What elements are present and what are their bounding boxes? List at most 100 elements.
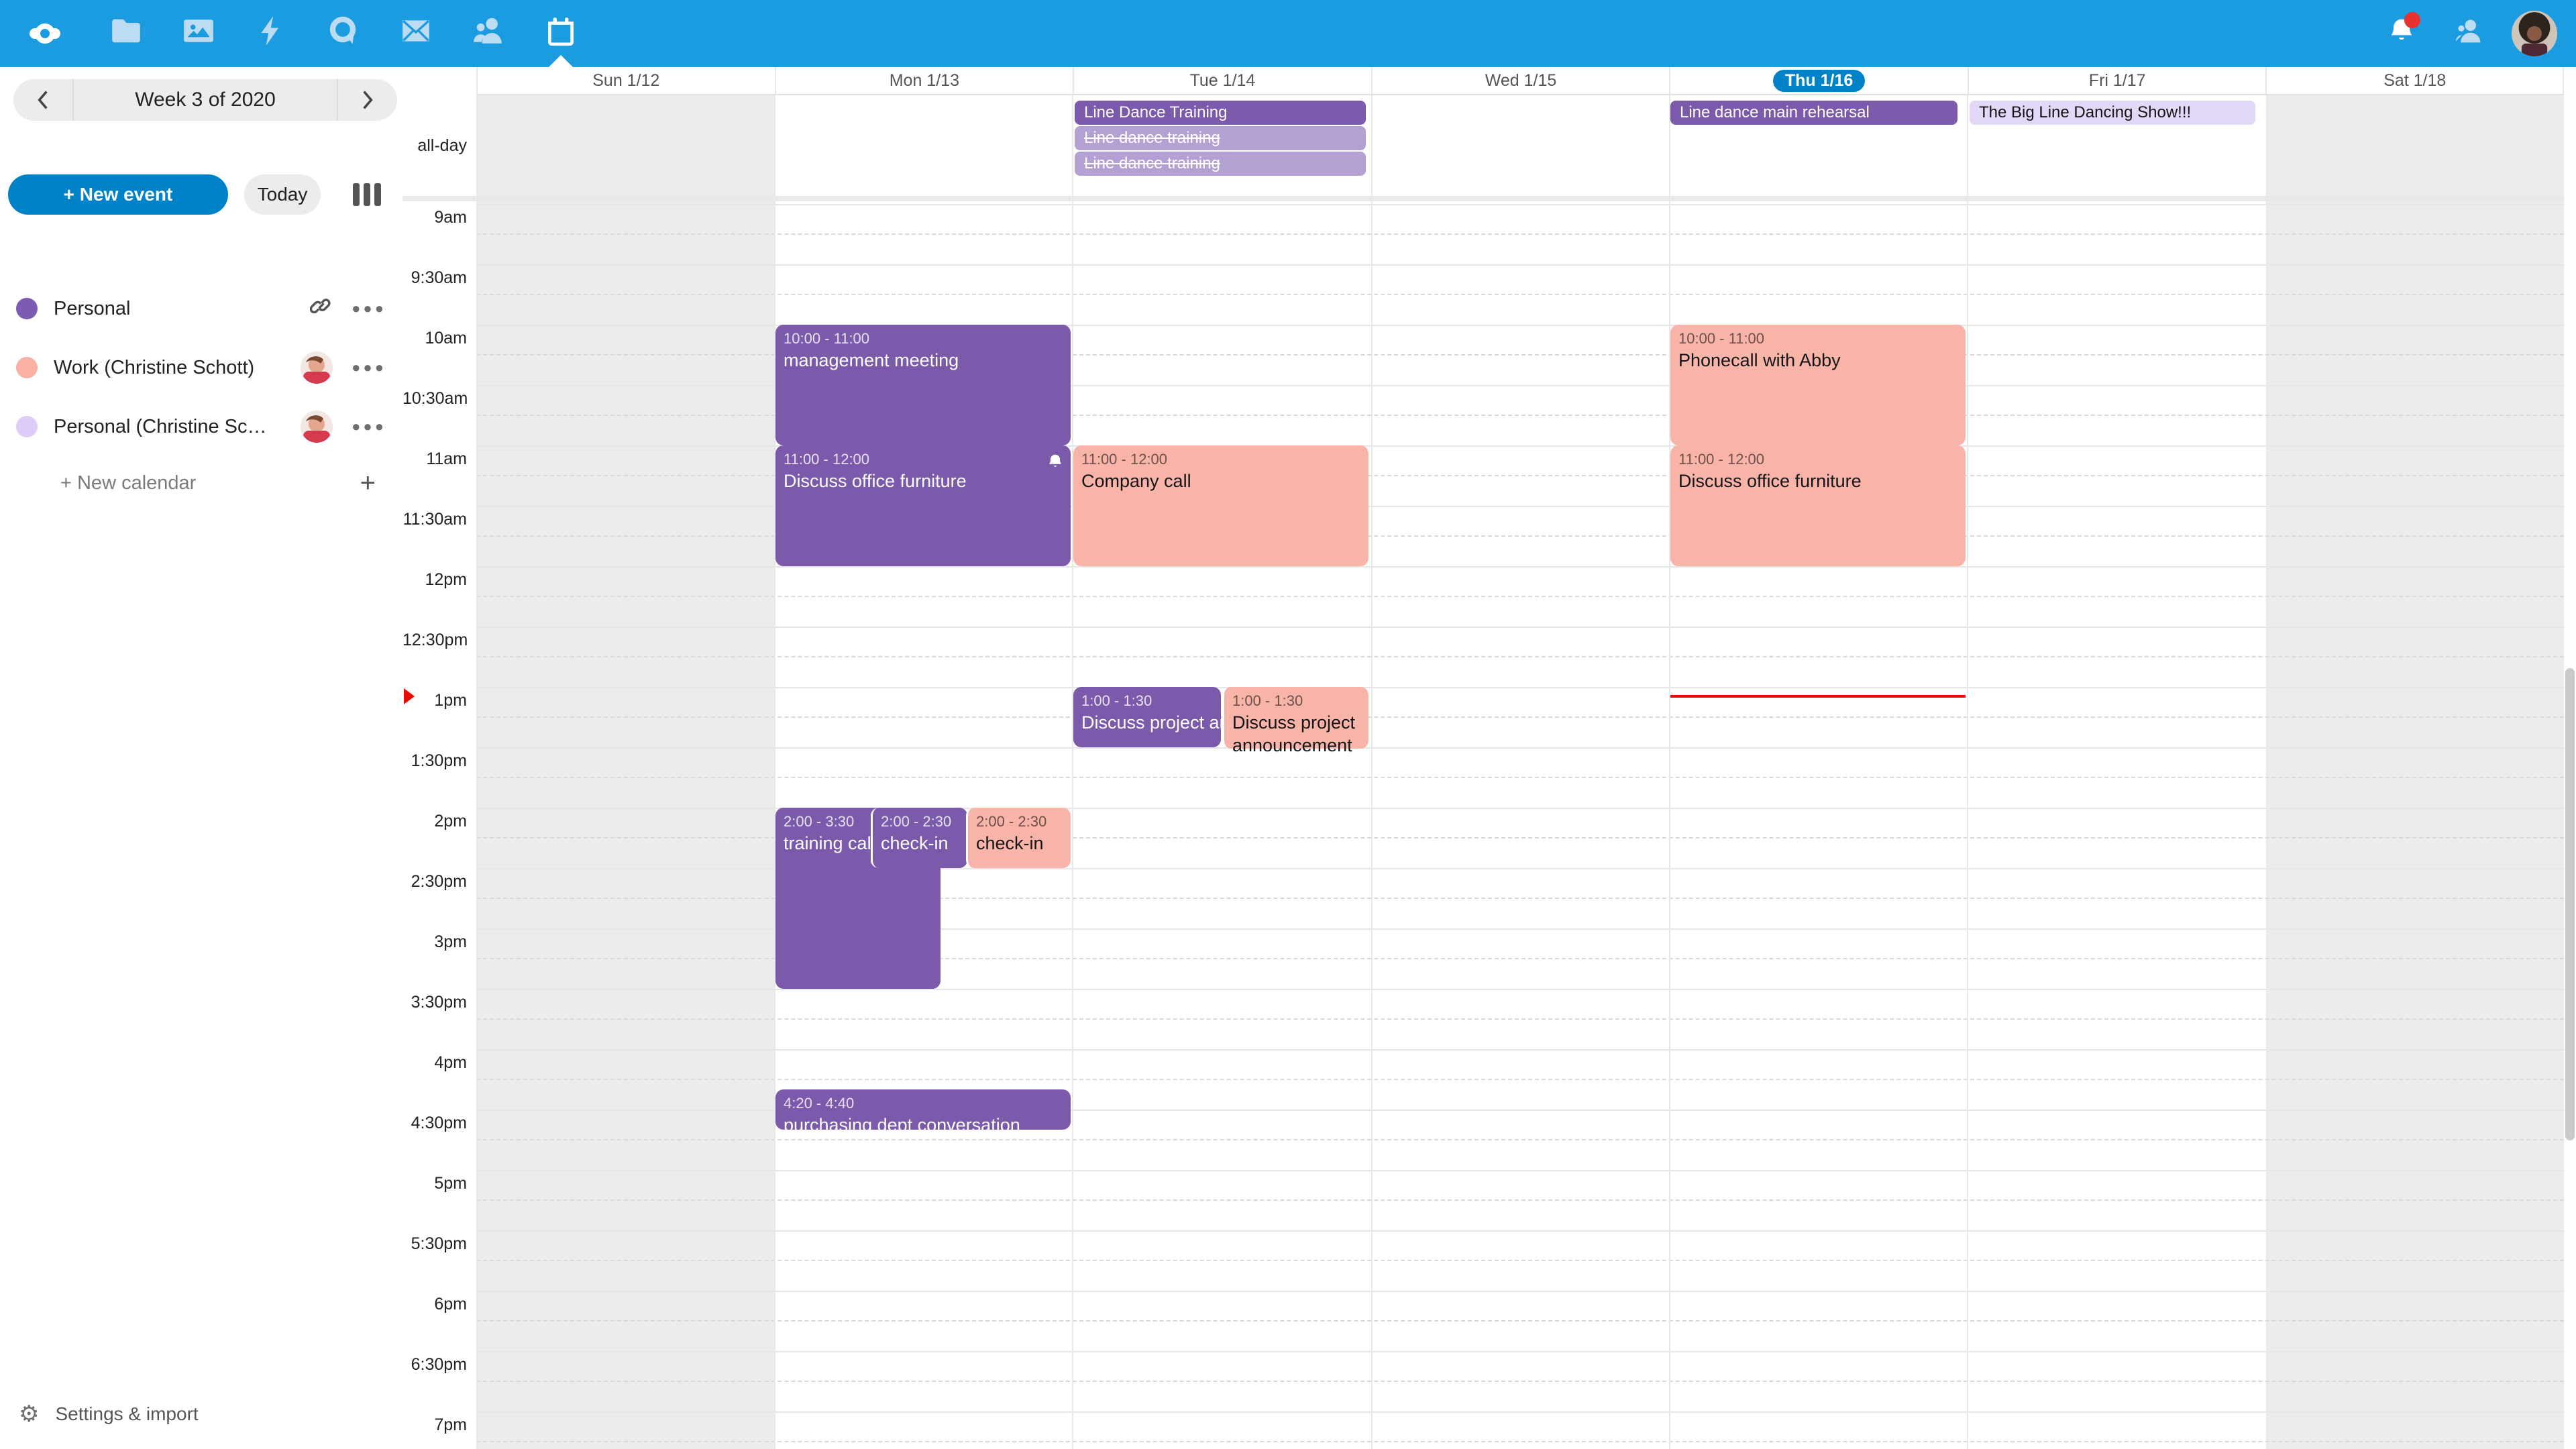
calendar-list: Personal ●●● Work (Christine Schott) ●●●… — [0, 279, 402, 510]
avatar-image — [2512, 11, 2557, 56]
gridline-quarter-hour — [476, 233, 2564, 235]
time-label: 10:30am — [402, 389, 467, 409]
shared-by-avatar — [301, 411, 333, 443]
new-calendar-label: + New calendar — [60, 472, 196, 494]
next-week-button[interactable] — [338, 79, 397, 121]
app-photos-button[interactable] — [162, 0, 235, 67]
event-check-in-1[interactable]: 2:00 - 2:30 check-in — [871, 808, 967, 868]
gridline-quarter-hour — [476, 1139, 2564, 1140]
new-event-button[interactable]: + New event — [8, 174, 228, 215]
top-bar-right — [2377, 9, 2576, 58]
event-company-call[interactable]: 11:00 - 12:00 Company call — [1073, 445, 1368, 566]
time-label: 5:30pm — [402, 1234, 467, 1254]
time-grid: 9am9:30am10am10:30am11am11:30am12pm12:30… — [402, 201, 2576, 1449]
allday-event[interactable]: Line Dance Training — [1075, 101, 1366, 125]
day-header-tue: Tue 1/14 — [1073, 67, 1371, 94]
sidebar-actions: + New event Today — [8, 174, 394, 215]
gridline-quarter-hour — [476, 1320, 2564, 1322]
top-bar — [0, 0, 2576, 67]
app-activity-button[interactable] — [235, 0, 307, 67]
gear-icon: ⚙ — [19, 1401, 39, 1428]
speech-bubble-icon — [327, 14, 360, 53]
new-calendar-button[interactable]: + New calendar + — [0, 456, 402, 510]
gridline-quarter-hour — [476, 596, 2564, 597]
event-discuss-project-announcement-2[interactable]: 1:00 - 1:30 Discuss project announcement — [1222, 687, 1368, 749]
now-indicator-line — [1670, 695, 1966, 698]
allday-event-declined[interactable]: Line dance training — [1075, 152, 1366, 176]
time-label: 9am — [402, 208, 467, 227]
gridline-quarter-hour — [476, 777, 2564, 778]
gridline-quarter-hour — [476, 1441, 2564, 1442]
view-mode-toggle[interactable] — [353, 183, 381, 206]
all-day-label: all-day — [402, 95, 467, 196]
day-header-sun: Sun 1/12 — [476, 67, 775, 94]
gridline — [476, 989, 2564, 990]
event-phonecall-with-abby[interactable]: 10:00 - 11:00 Phonecall with Abby — [1670, 325, 1966, 445]
event-discuss-project-announcement-1[interactable]: 1:00 - 1:30 Discuss project announcement — [1073, 687, 1221, 747]
app-contacts-button[interactable] — [452, 0, 525, 67]
app-calendar-button[interactable] — [525, 0, 597, 67]
share-link-icon[interactable] — [310, 294, 333, 323]
gridline-quarter-hour — [476, 1018, 2564, 1020]
gridline — [476, 1351, 2564, 1352]
event-discuss-office-furniture-mon[interactable]: 11:00 - 12:00 Discuss office furniture — [775, 445, 1071, 566]
lightning-icon — [254, 14, 288, 53]
gridline-quarter-hour — [476, 716, 2564, 718]
allday-event-declined[interactable]: Line dance training — [1075, 126, 1366, 150]
calendar-menu-button[interactable]: ●●● — [352, 300, 386, 317]
user-avatar[interactable] — [2512, 11, 2557, 56]
calendar-item-work-christine[interactable]: Work (Christine Schott) ●●● — [0, 338, 402, 397]
today-pill: Thu 1/16 — [1773, 70, 1865, 92]
calendar-item-personal-christine[interactable]: Personal (Christine Schott) ●●● — [0, 397, 402, 456]
calendar-item-personal[interactable]: Personal ●●● — [0, 279, 402, 338]
time-label: 1:30pm — [402, 751, 467, 771]
gridline-quarter-hour — [476, 294, 2564, 295]
notification-badge — [2404, 12, 2420, 28]
event-discuss-office-furniture-thu[interactable]: 11:00 - 12:00 Discuss office furniture — [1670, 445, 1966, 566]
allday-event[interactable]: The Big Line Dancing Show!!! — [1970, 101, 2255, 125]
time-label: 4pm — [402, 1053, 467, 1073]
contacts-menu-button[interactable] — [2445, 9, 2493, 58]
notifications-button[interactable] — [2377, 9, 2426, 58]
event-management-meeting[interactable]: 10:00 - 11:00 management meeting — [775, 325, 1071, 445]
previous-week-button[interactable] — [13, 79, 72, 121]
time-label: 10am — [402, 329, 467, 348]
gridline-quarter-hour — [476, 656, 2564, 657]
envelope-icon — [399, 14, 433, 53]
settings-import-button[interactable]: ⚙ Settings & import — [0, 1390, 402, 1438]
day-header-sat: Sat 1/18 — [2265, 67, 2564, 94]
time-label: 7pm — [402, 1415, 467, 1435]
calendar-name: Personal — [54, 298, 130, 320]
weekend-shading-sat — [2266, 201, 2564, 1449]
today-button[interactable]: Today — [244, 174, 321, 215]
people-icon — [472, 14, 505, 53]
weekend-shading-sun — [476, 95, 774, 196]
app-talk-button[interactable] — [307, 0, 380, 67]
week-navigation: Week 3 of 2020 — [13, 79, 397, 121]
time-label: 4:30pm — [402, 1114, 467, 1133]
day-header-wed: Wed 1/15 — [1371, 67, 1670, 94]
scroll-divider — [402, 196, 2576, 201]
nextcloud-calendar-app: Week 3 of 2020 + New event Today Persona… — [0, 0, 2576, 1449]
event-check-in-2[interactable]: 2:00 - 2:30 check-in — [966, 808, 1071, 868]
time-label: 12:30pm — [402, 631, 467, 650]
gridline-quarter-hour — [476, 1199, 2564, 1201]
allday-event[interactable]: Line dance main rehearsal — [1670, 101, 1957, 125]
app-files-button[interactable] — [90, 0, 162, 67]
app-mail-button[interactable] — [380, 0, 452, 67]
gridline — [476, 1049, 2564, 1051]
vertical-scrollbar — [2564, 67, 2576, 1449]
calendar-menu-button[interactable]: ●●● — [352, 418, 386, 435]
gridline — [476, 1170, 2564, 1171]
calendar-menu-button[interactable]: ●●● — [352, 359, 386, 376]
now-indicator-arrow — [404, 688, 415, 704]
nextcloud-logo[interactable] — [30, 23, 60, 44]
reminder-bell-icon — [1046, 451, 1064, 476]
event-purchasing-dept-conversation[interactable]: 4:20 - 4:40 purchasing dept conversation — [775, 1089, 1071, 1130]
calendar-name: Work (Christine Schott) — [54, 357, 254, 379]
sidebar: Week 3 of 2020 + New event Today Persona… — [0, 67, 402, 1449]
time-label: 2pm — [402, 812, 467, 831]
active-app-indicator — [549, 55, 573, 67]
scrollbar-thumb[interactable] — [2565, 668, 2575, 1140]
plus-icon: + — [360, 468, 376, 498]
